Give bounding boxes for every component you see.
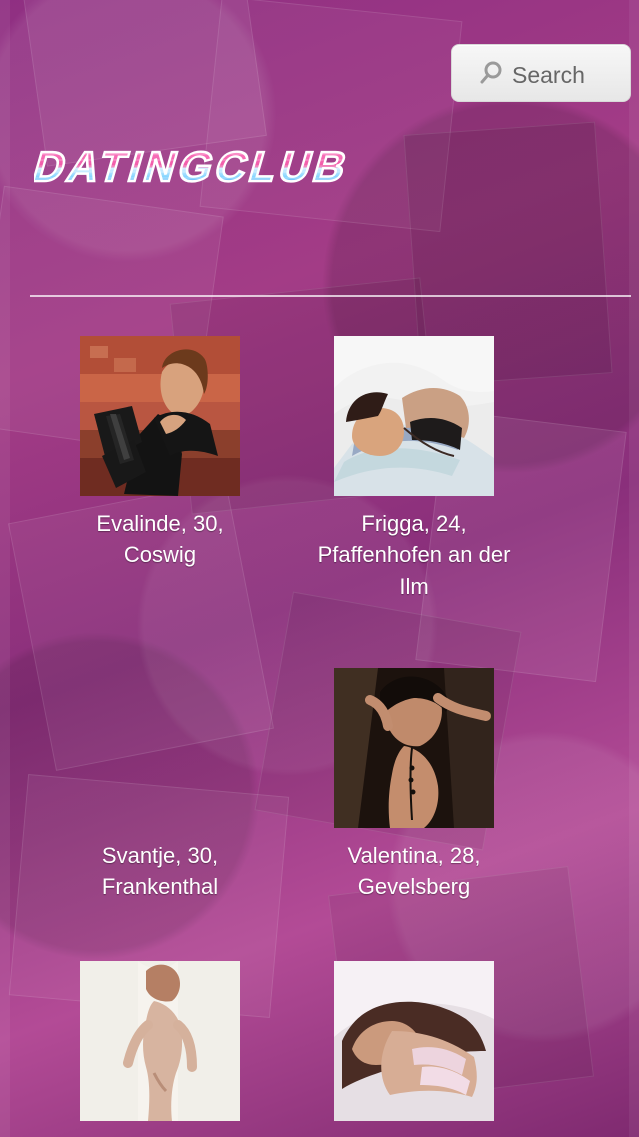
profile-card[interactable]: Valentina, 28, Gevelsberg <box>299 668 529 903</box>
profile-photo <box>334 668 494 828</box>
profile-photo <box>334 961 494 1121</box>
profile-card[interactable] <box>45 961 275 1133</box>
profile-photo <box>334 336 494 496</box>
profile-card[interactable]: Evalinde, 30, Coswig <box>45 336 275 571</box>
profile-card[interactable]: Frigga, 24, Pfaffenhofen an der Ilm <box>299 336 529 602</box>
profile-photo <box>80 961 240 1121</box>
profile-caption: Valentina, 28, Gevelsberg <box>347 843 481 900</box>
search-label: Search <box>512 62 585 88</box>
profile-card[interactable]: Svantje, 30, Frankenthal <box>45 668 275 903</box>
profile-caption: Frigga, 24, Pfaffenhofen an der Ilm <box>317 511 511 599</box>
site-logo[interactable]: DATINGCLUB DATINGCLUB <box>34 141 504 191</box>
profile-photo <box>80 336 240 496</box>
profile-caption: Evalinde, 30, Coswig <box>96 511 224 568</box>
search-icon <box>480 61 502 84</box>
profile-caption: Svantje, 30, Frankenthal <box>101 843 219 900</box>
search-button[interactable]: Search <box>451 44 631 102</box>
profile-photo-placeholder <box>80 668 240 828</box>
divider <box>30 295 631 297</box>
svg-text:DATINGCLUB: DATINGCLUB <box>34 144 356 191</box>
profile-card[interactable] <box>299 961 529 1133</box>
